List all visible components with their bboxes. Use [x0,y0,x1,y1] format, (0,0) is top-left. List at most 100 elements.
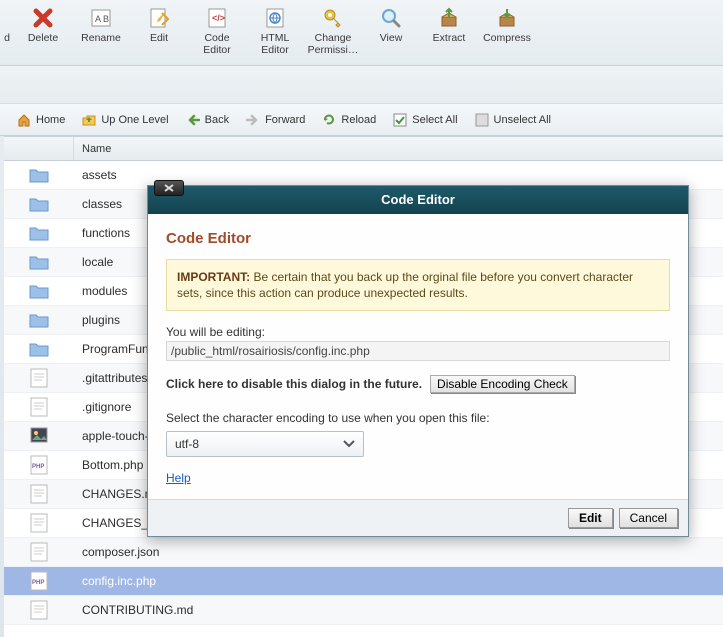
toolbar-label: Delete [28,32,58,44]
edit-icon [148,6,170,30]
back-button[interactable]: Back [179,110,235,130]
forward-button[interactable]: Forward [239,110,311,130]
up-icon [81,112,97,128]
file-row[interactable]: PHP config.inc.php [4,567,723,596]
toolbar-label: Rename [81,32,121,44]
editing-path: /public_html/rosairiosis/config.inc.php [166,341,670,361]
dialog-titlebar: Code Editor [148,186,688,214]
file-icon [4,254,74,270]
help-link[interactable]: Help [166,471,191,485]
file-icon [4,312,74,328]
up-label: Up One Level [101,114,168,126]
toolbar-item-compress[interactable]: Compress [478,4,536,65]
svg-text:PHP: PHP [32,580,44,586]
file-icon [4,167,74,183]
navigation-bar: Home Up One Level Back Forward Reload Se… [0,104,723,136]
file-icon [4,484,74,504]
rename-icon: A B [90,6,112,30]
file-icon: PHP [4,571,74,591]
toolbar-label: Edit [150,32,168,44]
reload-button[interactable]: Reload [315,110,382,130]
encoding-value: utf-8 [175,437,199,451]
file-name: CONTRIBUTING.md [74,603,723,617]
compress-icon [496,6,518,30]
disable-text: Click here to disable this dialog in the… [166,377,422,391]
file-icon [4,513,74,533]
reload-icon [321,112,337,128]
toolbar-item-code[interactable]: </> CodeEditor [188,4,246,65]
select-all-button[interactable]: Select All [386,110,463,130]
toolbar-label: Extract [433,32,466,44]
warning-box: IMPORTANT: Be certain that you back up t… [166,259,670,311]
editing-label: You will be editing: [166,325,670,339]
toolbar-spacer [0,66,723,104]
toolbar-label: View [380,32,403,44]
toolbar-item-perm[interactable]: ChangePermissi… [304,4,362,65]
svg-text:</>: </> [212,13,225,23]
unselect-all-button[interactable]: Unselect All [468,110,557,130]
home-icon [16,112,32,128]
toolbar-item-edit[interactable]: Edit [130,4,188,65]
close-icon [163,183,175,193]
dialog-subtitle: Code Editor [166,230,670,247]
selectall-icon [392,112,408,128]
toolbar-label: ChangePermissi… [308,32,359,56]
dialog-footer: Edit Cancel [148,499,688,536]
col-name-header[interactable]: Name [74,143,723,155]
file-name: composer.json [74,545,723,559]
unselectall-label: Unselect All [494,114,551,126]
up-one-level-button[interactable]: Up One Level [75,110,174,130]
file-row[interactable]: composer.json [4,538,723,567]
extract-icon [438,6,460,30]
important-label: IMPORTANT: [177,270,250,284]
file-icon [4,225,74,241]
file-icon [4,427,74,445]
back-label: Back [205,114,229,126]
toolbar-label: HTMLEditor [261,32,290,56]
toolbar-label: Compress [483,32,531,44]
col-icon-header[interactable] [4,137,74,160]
toolbar-label: CodeEditor [203,32,230,56]
toolbar-item-extract[interactable]: Extract [420,4,478,65]
perm-icon [322,6,344,30]
svg-text:PHP: PHP [32,464,44,470]
dialog-body: Code Editor IMPORTANT: Be certain that y… [148,214,688,499]
toolbar-item-rename[interactable]: A B Rename [72,4,130,65]
file-icon [4,368,74,388]
selectall-label: Select All [412,114,457,126]
dialog-title: Code Editor [381,192,455,207]
code-icon: </> [206,6,228,30]
encoding-select[interactable]: utf-8 [166,431,364,457]
close-button[interactable] [154,180,184,196]
reload-label: Reload [341,114,376,126]
delete-icon [32,6,54,30]
main-toolbar: d Delete A B Rename Edit </> CodeEditor HTMLEdi… [0,0,723,66]
file-icon: PHP [4,455,74,475]
file-icon [4,542,74,562]
toolbar-item-delete[interactable]: Delete [14,4,72,65]
toolbar-item-cut[interactable]: d [0,4,14,65]
file-name: config.inc.php [74,574,723,588]
file-row[interactable]: CONTRIBUTING.md [4,596,723,625]
edit-button[interactable]: Edit [568,508,613,528]
home-button[interactable]: Home [10,110,71,130]
list-header: Name [4,137,723,161]
unselectall-icon [474,112,490,128]
file-icon [4,397,74,417]
view-icon [380,6,402,30]
file-icon [4,196,74,212]
back-icon [185,112,201,128]
forward-icon [245,112,261,128]
toolbar-item-view[interactable]: View [362,4,420,65]
forward-label: Forward [265,114,305,126]
file-icon [4,283,74,299]
cancel-button[interactable]: Cancel [619,508,678,528]
disable-encoding-button[interactable]: Disable Encoding Check [430,375,575,393]
html-icon [264,6,286,30]
encoding-label: Select the character encoding to use whe… [166,411,670,425]
file-icon [4,600,74,620]
chevron-down-icon [343,440,355,448]
code-editor-dialog: Code Editor Code Editor IMPORTANT: Be ce… [147,185,689,537]
file-icon [4,341,74,357]
toolbar-item-html[interactable]: HTMLEditor [246,4,304,65]
